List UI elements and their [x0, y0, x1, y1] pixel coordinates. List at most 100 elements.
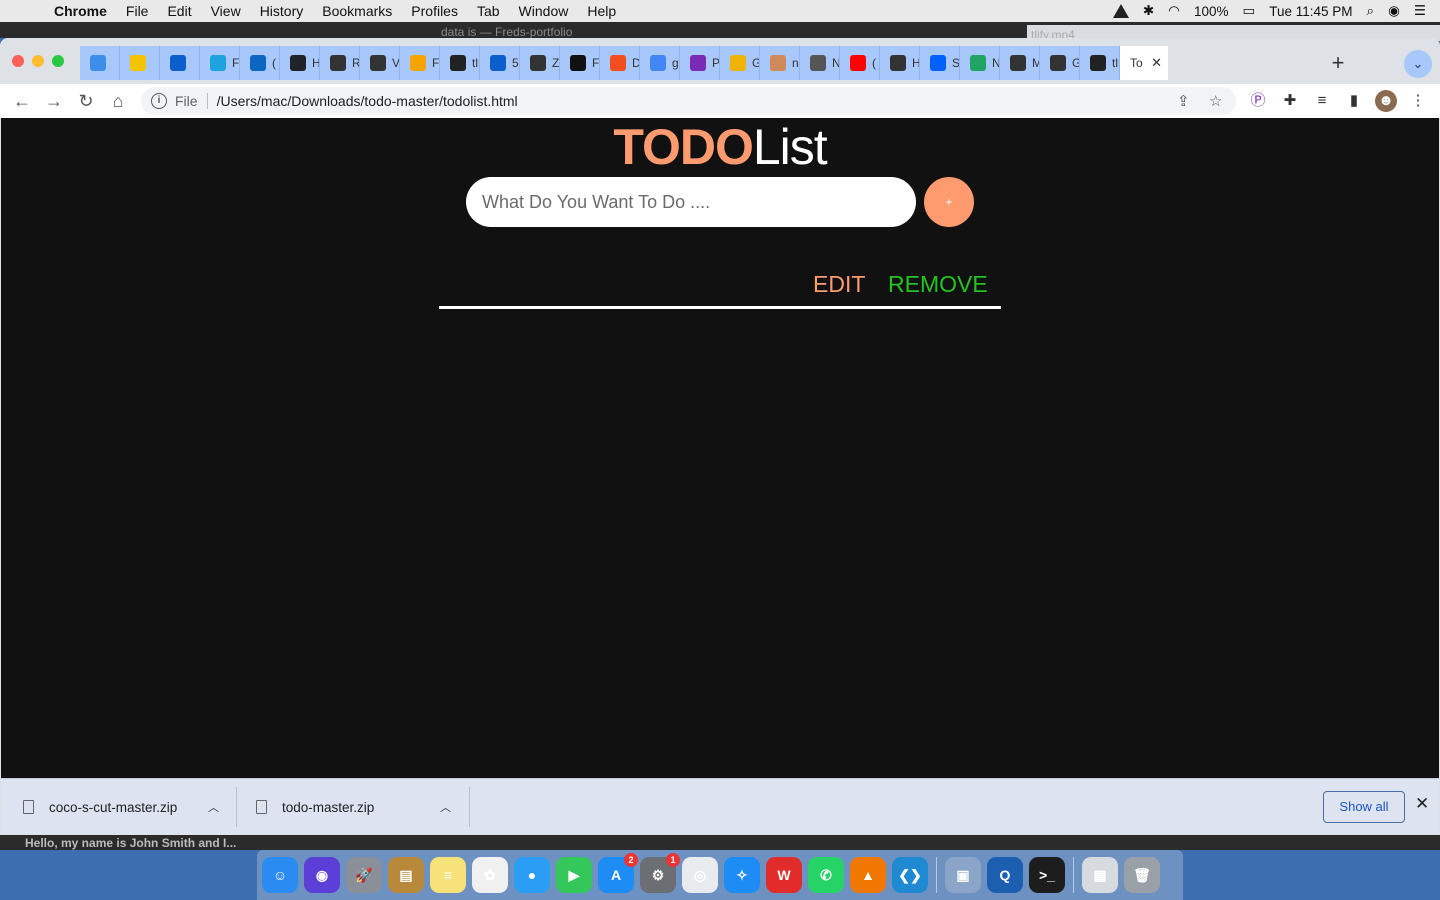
minimize-window-button[interactable] [32, 55, 44, 67]
tab[interactable]: V [360, 46, 400, 80]
appstore-icon[interactable]: A2 [598, 853, 638, 893]
launchpad-icon[interactable]: 🚀 [346, 857, 382, 893]
terminal-icon[interactable]: >_ [1029, 857, 1065, 893]
back-button[interactable]: ← [9, 88, 35, 114]
address-bar[interactable]: i File /Users/mac/Downloads/todo-master/… [141, 87, 1236, 115]
add-todo-button[interactable]: + [924, 177, 974, 227]
finder-icon[interactable]: ☺ [262, 857, 298, 893]
tab-search-button[interactable]: ⌄ [1404, 50, 1432, 78]
tab[interactable]: N [800, 46, 840, 80]
tab[interactable]: g [640, 46, 680, 80]
notes-icon[interactable]: ≡ [430, 857, 466, 893]
tm-icon [170, 55, 186, 71]
home-button[interactable]: ⌂ [105, 88, 131, 114]
siri-menu-icon[interactable]: ◉ [1388, 3, 1400, 19]
menu-help[interactable]: Help [587, 3, 616, 19]
photos-icon[interactable]: ✿ [472, 857, 508, 893]
menu-file[interactable]: File [126, 3, 149, 19]
tab[interactable]: tl [1080, 46, 1120, 80]
tab[interactable] [120, 46, 160, 80]
bluetooth-icon[interactable]: ✱ [1143, 3, 1154, 19]
chevron-up-icon[interactable]: ︿ [440, 799, 451, 815]
tab[interactable]: F [560, 46, 600, 80]
zoom-window-button[interactable] [52, 55, 64, 67]
vscode-icon[interactable]: ❮❯ [892, 857, 928, 893]
tab[interactable]: ( [840, 46, 880, 80]
facetime-icon[interactable]: ▶ [556, 857, 592, 893]
tab[interactable]: D [600, 46, 640, 80]
wifi-icon[interactable]: ◠ [1168, 3, 1180, 19]
extensions-puzzle-icon[interactable]: ✚ [1279, 90, 1301, 112]
tab[interactable]: n [760, 46, 800, 80]
wps-icon[interactable]: W [766, 857, 802, 893]
battery-icon[interactable]: ▭ [1242, 3, 1255, 19]
menu-profiles[interactable]: Profiles [411, 3, 458, 19]
tab[interactable]: 5 [480, 46, 520, 80]
siri-icon[interactable]: ◉ [304, 857, 340, 893]
chevron-up-icon[interactable]: ︿ [208, 799, 219, 815]
battery-percent[interactable]: 100% [1194, 4, 1229, 19]
menu-view[interactable]: View [211, 3, 241, 19]
notefile-icon[interactable]: ▤ [388, 857, 424, 893]
menu-window[interactable]: Window [519, 3, 569, 19]
close-shelf-icon[interactable]: ✕ [1415, 794, 1429, 814]
tab-active[interactable]: To ✕ [1120, 46, 1168, 80]
tab[interactable] [80, 46, 120, 80]
menu-bookmarks[interactable]: Bookmarks [322, 3, 392, 19]
drive-icon [970, 55, 986, 71]
trash-icon[interactable]: 🗑 [1124, 857, 1160, 893]
media-controls-icon[interactable]: ≡ [1311, 90, 1333, 112]
tab[interactable]: R [320, 46, 360, 80]
extension-p-icon[interactable]: Ⓟ [1247, 90, 1269, 112]
tab[interactable]: H [880, 46, 920, 80]
tab[interactable] [160, 46, 200, 80]
address-url[interactable]: /Users/mac/Downloads/todo-master/todolis… [217, 93, 518, 109]
control-center-icon[interactable]: ☰ [1414, 3, 1426, 19]
menu-app-name[interactable]: Chrome [54, 3, 107, 19]
tab[interactable]: H [280, 46, 320, 80]
clock[interactable]: Tue 11:45 PM [1269, 4, 1352, 19]
tab[interactable]: tl [440, 46, 480, 80]
new-tab-button[interactable]: + [1324, 50, 1352, 78]
tab[interactable]: S [920, 46, 960, 80]
chrome-menu-icon[interactable]: ⋮ [1407, 90, 1429, 112]
close-window-button[interactable] [12, 55, 24, 67]
download-item[interactable]: todo-master.zip ︿ [256, 779, 466, 835]
safari-icon[interactable]: ✧ [724, 857, 760, 893]
reload-button[interactable]: ↻ [73, 88, 99, 114]
messages-icon[interactable]: ● [514, 857, 550, 893]
tab[interactable]: P [680, 46, 720, 80]
close-tab-icon[interactable]: ✕ [1151, 55, 1162, 71]
tab[interactable]: M [1000, 46, 1040, 80]
menu-tab[interactable]: Tab [477, 3, 500, 19]
profile-avatar[interactable]: ☻ [1375, 90, 1397, 112]
edit-button[interactable]: EDIT [813, 271, 865, 298]
menu-history[interactable]: History [260, 3, 304, 19]
tab[interactable]: ( [240, 46, 280, 80]
preview-icon[interactable]: ▣ [945, 857, 981, 893]
download-item[interactable]: coco-s-cut-master.zip ︿ [23, 779, 233, 835]
chrome-icon[interactable]: ◎ [682, 857, 718, 893]
tab[interactable]: F [200, 46, 240, 80]
tab[interactable]: G [1040, 46, 1080, 80]
share-icon[interactable]: ⇪ [1177, 92, 1190, 110]
spotlight-icon[interactable]: ⌕ [1367, 3, 1375, 19]
tab[interactable]: G [720, 46, 760, 80]
bookmark-star-icon[interactable]: ☆ [1209, 92, 1222, 110]
menu-edit[interactable]: Edit [167, 3, 191, 19]
tab[interactable]: N [960, 46, 1000, 80]
side-panel-icon[interactable]: ▮ [1343, 90, 1365, 112]
vlc-icon[interactable]: ▲ [850, 857, 886, 893]
whatsapp-icon[interactable]: ✆ [808, 857, 844, 893]
show-all-downloads-button[interactable]: Show all [1323, 791, 1405, 823]
info-icon[interactable]: i [151, 93, 167, 109]
downloads-stack-icon[interactable]: ▦ [1082, 857, 1118, 893]
tab[interactable]: F [400, 46, 440, 80]
forward-button[interactable]: → [41, 88, 67, 114]
remove-button[interactable]: REMOVE [888, 271, 988, 298]
vlc-status-icon[interactable] [1112, 4, 1129, 18]
todo-input[interactable] [466, 177, 916, 227]
tab[interactable]: Z [520, 46, 560, 80]
quicktime-icon[interactable]: Q [987, 857, 1023, 893]
system-preferences-icon[interactable]: ⚙ 1 [640, 853, 680, 893]
